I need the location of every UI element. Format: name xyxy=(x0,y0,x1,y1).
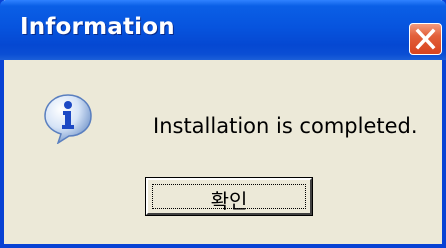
message-text: Installation is completed. xyxy=(153,114,418,138)
ok-button[interactable]: 확인 xyxy=(145,177,313,216)
ok-button-label: 확인 xyxy=(210,189,248,213)
title-bar[interactable]: Information xyxy=(0,0,446,60)
dialog-body: Installation is completed. 확인 xyxy=(4,60,442,244)
dialog-title: Information xyxy=(20,14,175,40)
information-icon xyxy=(44,94,92,144)
close-button[interactable] xyxy=(409,23,442,55)
close-icon xyxy=(415,28,436,50)
information-dialog: Information Installation is completed. 확… xyxy=(0,0,446,248)
